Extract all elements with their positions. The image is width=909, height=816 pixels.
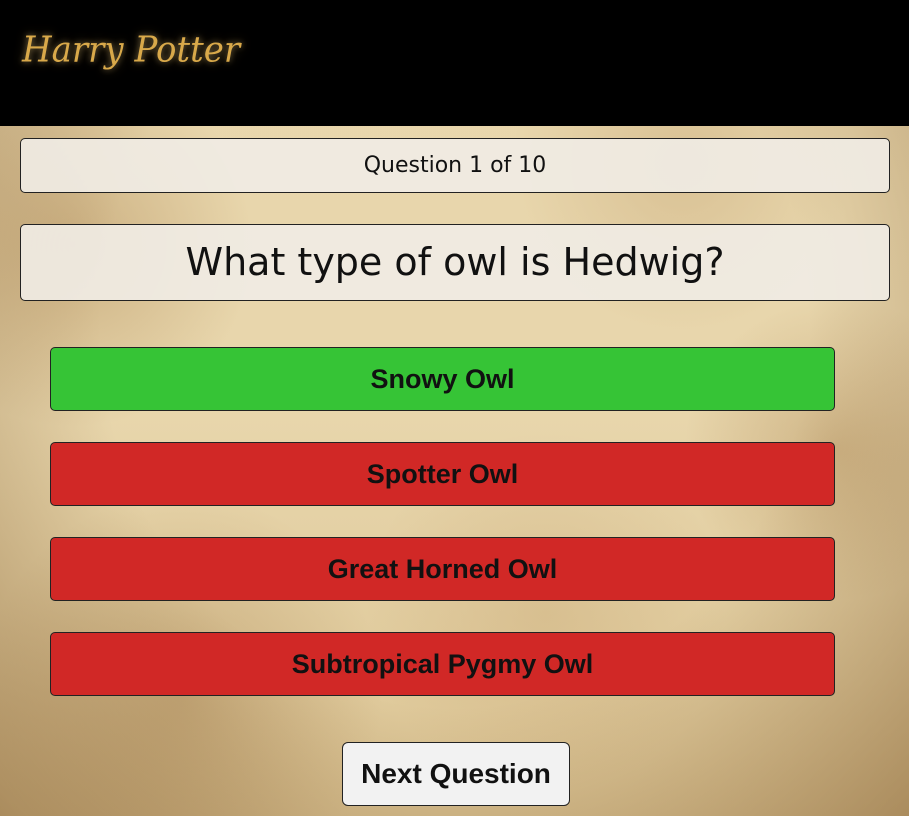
answer-button-4[interactable]: Subtropical Pygmy Owl [50, 632, 835, 696]
harry-potter-logo: Harry Potter [22, 29, 241, 71]
answer-button-3[interactable]: Great Horned Owl [50, 537, 835, 601]
answer-button-2[interactable]: Spotter Owl [50, 442, 835, 506]
top-header-bar: Harry Potter [0, 0, 909, 126]
next-question-button[interactable]: Next Question [342, 742, 570, 806]
answer-button-1[interactable]: Snowy Owl [50, 347, 835, 411]
question-text: What type of owl is Hedwig? [20, 224, 890, 301]
question-counter: Question 1 of 10 [20, 138, 890, 193]
